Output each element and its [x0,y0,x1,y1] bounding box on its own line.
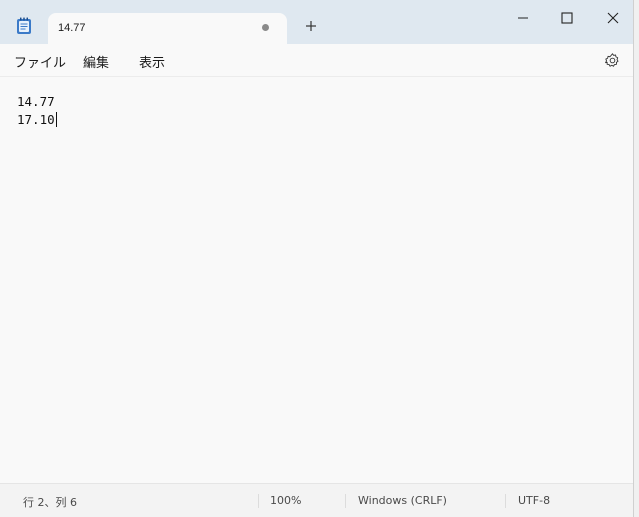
editor-line: 14.77 [17,93,55,111]
unsaved-dot-icon[interactable] [262,24,269,31]
zoom-level[interactable]: 100% [270,494,301,507]
gear-icon[interactable] [604,52,621,69]
editor-line-text: 14.77 [17,94,55,109]
notepad-icon [17,17,31,34]
background-window-edge [634,0,639,517]
tab-document[interactable]: 14.77 [48,13,287,44]
text-caret [55,112,57,127]
status-divider [258,494,259,508]
menu-edit[interactable]: 編集 [83,52,109,71]
encoding[interactable]: UTF-8 [518,494,550,507]
maximize-icon[interactable] [555,6,579,30]
menu-view[interactable]: 表示 [139,52,165,71]
editor-line: 17.10 [17,111,57,129]
status-divider [345,494,346,508]
tab-title: 14.77 [58,22,86,34]
status-divider [505,494,506,508]
text-editor[interactable]: 14.77 17.10 [0,77,633,483]
status-bar: 行 2、列 6 100% Windows (CRLF) UTF-8 [0,483,633,517]
editor-line-text: 17.10 [17,112,55,127]
minimize-icon[interactable] [512,6,536,30]
line-ending[interactable]: Windows (CRLF) [358,494,447,507]
menu-file[interactable]: ファイル [14,52,66,71]
title-bar[interactable]: 14.77 [0,0,633,44]
cursor-position: 行 2、列 6 [23,496,77,509]
menu-bar: ファイル 編集 表示 [0,44,633,77]
close-icon[interactable] [601,6,625,30]
notepad-window: 14.77 ファイル 編集 表示 14.77 17.10 行 2、列 6 100… [0,0,634,517]
plus-icon[interactable] [303,18,319,34]
